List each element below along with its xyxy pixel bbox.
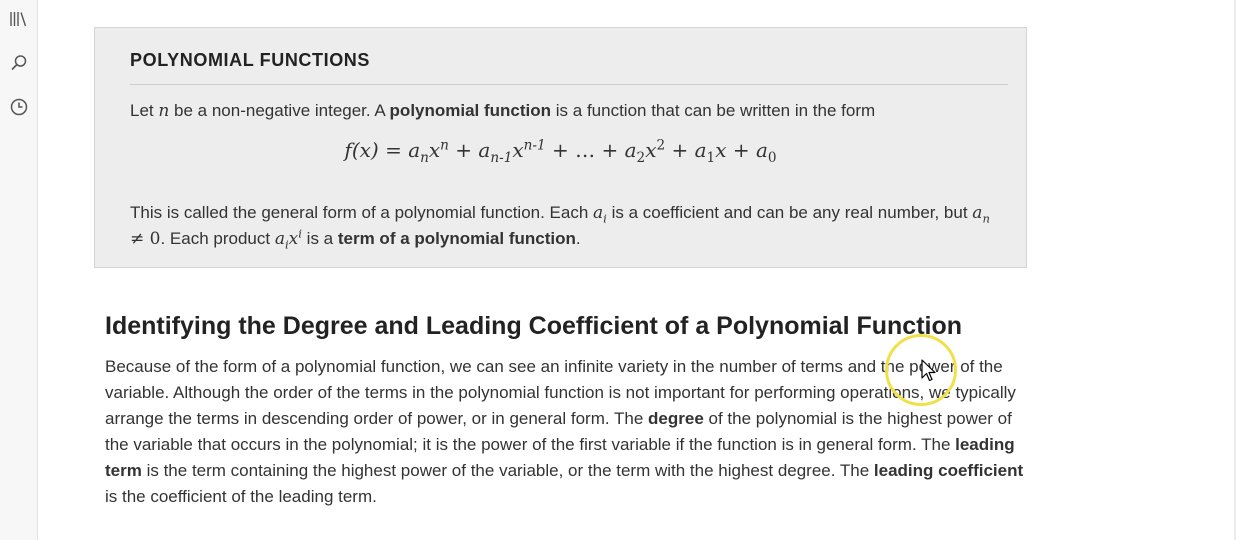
text-run: .	[575, 229, 581, 248]
polynomial-general-formula: f(x) = anxn + an-1xn-1 + … + a2x2 + a1x …	[95, 137, 1026, 165]
formula-lhs: f(x) =	[344, 138, 409, 162]
text-run: be a non-negative integer. A	[169, 101, 390, 120]
callout-divider	[130, 84, 1008, 85]
superscript: n-1	[523, 137, 546, 154]
text-run: . Each product	[160, 229, 275, 248]
coef: a	[478, 138, 491, 162]
coef: a	[694, 138, 707, 162]
coef: a	[624, 138, 637, 162]
subscript: n-1	[490, 150, 513, 166]
math-var: n	[158, 101, 170, 121]
subscript: 0	[767, 150, 777, 166]
term-of-polynomial: term of a polynomial function	[337, 229, 576, 248]
subscript: n	[420, 150, 429, 166]
text-run: is a coefficient and can be any real num…	[606, 203, 973, 222]
search-button[interactable]	[4, 48, 33, 77]
var: x	[645, 138, 657, 162]
search-icon	[10, 54, 26, 70]
definition-callout: POLYNOMIAL FUNCTIONS Let n be a non-nega…	[94, 27, 1027, 268]
section-heading: Identifying the Degree and Leading Coeff…	[105, 312, 963, 340]
mouse-pointer-icon	[921, 359, 936, 382]
library-icon	[9, 11, 26, 26]
text-run: is the term containing the highest power…	[141, 461, 874, 480]
math-var: a	[593, 203, 604, 223]
operator: +	[665, 138, 695, 162]
math-inequality: ≠ 0	[130, 229, 161, 249]
var: x	[512, 138, 524, 162]
superscript: n	[440, 137, 449, 154]
math-var: x	[288, 229, 299, 249]
history-button[interactable]	[4, 92, 33, 121]
callout-definition-line: Let n be a non-negative integer. A polyn…	[130, 101, 875, 121]
text-run: This is called the general form of a pol…	[130, 203, 594, 222]
text-run: is the coefficient of the leading term.	[105, 487, 377, 506]
var: x	[428, 138, 441, 162]
subscript: n	[982, 211, 990, 226]
math-var: a	[274, 229, 285, 249]
callout-explanation: This is called the general form of a pol…	[130, 200, 990, 252]
subscript: 1	[706, 150, 716, 166]
history-clock-icon	[10, 98, 27, 115]
math-var: a	[972, 203, 983, 223]
text-run: is a	[301, 229, 338, 248]
reader-sidebar	[0, 0, 38, 540]
operator: +	[726, 138, 756, 162]
operator: +	[448, 138, 479, 162]
term-polynomial-function: polynomial function	[389, 101, 552, 120]
library-button[interactable]	[4, 4, 33, 33]
term-degree: degree	[648, 409, 704, 428]
callout-title: POLYNOMIAL FUNCTIONS	[130, 50, 371, 70]
coef: a	[408, 138, 421, 162]
term-leading-coefficient: leading coefficient	[873, 461, 1024, 480]
superscript: 2	[656, 137, 666, 154]
subscript: 2	[636, 150, 646, 166]
text-run: Let	[130, 101, 159, 120]
text-run: is a function that can be written in the…	[551, 101, 876, 120]
coef: a	[755, 138, 768, 162]
var: x	[715, 138, 727, 162]
operator: + … +	[545, 138, 625, 162]
